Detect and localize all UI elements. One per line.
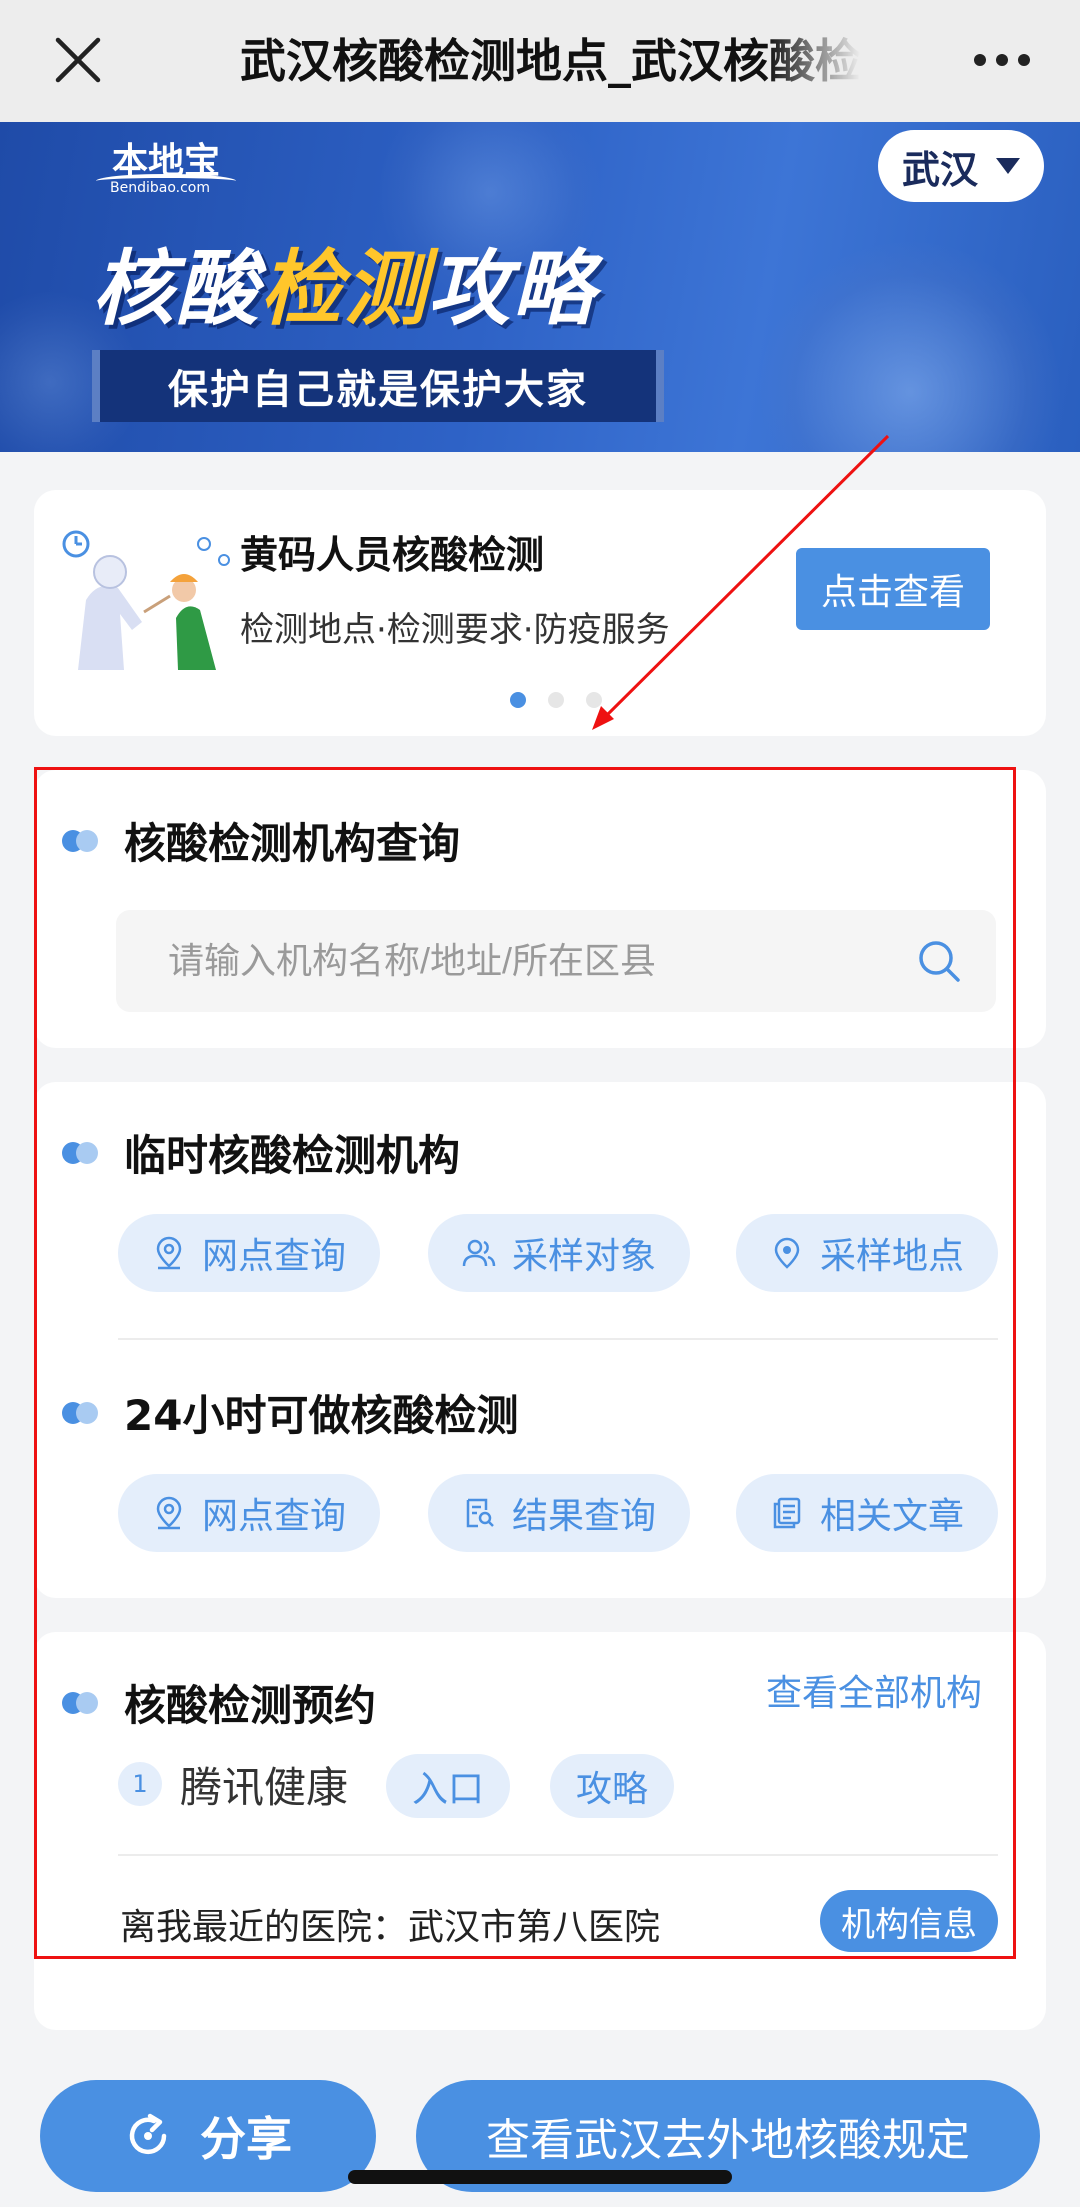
carousel-dot[interactable]	[586, 692, 602, 708]
people-icon	[462, 1239, 496, 1267]
close-icon[interactable]	[52, 34, 104, 86]
booking-card: 核酸检测预约 查看全部机构 1 腾讯健康 入口 攻略 离我最近的医院：武汉市第八…	[34, 1632, 1046, 2030]
top-nav-bar: 武汉核酸检测地点_武汉核酸检测地点	[0, 0, 1080, 122]
query-section-title: 核酸检测机构查询	[124, 819, 461, 868]
chip-site-query-24h[interactable]: 网点查询	[118, 1474, 380, 1552]
banner-title-highlight: 检测	[260, 242, 428, 337]
booking-section-header: 核酸检测预约	[62, 1672, 376, 1733]
guide-tag-button[interactable]: 攻略	[550, 1754, 674, 1818]
view-all-institutions-link[interactable]: 查看全部机构	[766, 1664, 982, 1716]
banner-slogan: 保护自己就是保护大家	[92, 350, 664, 422]
share-label: 分享	[200, 2112, 292, 2166]
carousel-indicator[interactable]	[510, 692, 602, 708]
view-details-button[interactable]: 点击查看	[796, 548, 990, 630]
search-doc-icon	[466, 1498, 494, 1528]
chip-label: 相关文章	[819, 1496, 964, 1537]
page-title: 武汉核酸检测地点_武汉核酸检测地点	[240, 34, 860, 88]
item-number-badge: 1	[118, 1762, 162, 1806]
nearest-hospital: 离我最近的医院：武汉市第八医院	[120, 1898, 660, 1950]
section-bullet-icon	[62, 1401, 100, 1424]
location-icon	[156, 1236, 182, 1270]
banner-headline: 核酸检测攻略	[92, 222, 596, 341]
promo-carousel[interactable]: 黄码人员核酸检测 检测地点·检测要求·防疫服务 点击查看	[34, 490, 1046, 736]
city-selector[interactable]: 武汉	[878, 130, 1044, 202]
chip-result-query[interactable]: 结果查询	[428, 1474, 690, 1552]
search-box[interactable]	[116, 910, 996, 1012]
chip-label: 网点查询	[201, 1496, 346, 1537]
chip-sampling-target[interactable]: 采样对象	[428, 1214, 690, 1292]
testing-sites-card: 临时核酸检测机构 网点查询 采样对象 采样地点 24小时可做核酸检测 网点查询 …	[34, 1082, 1046, 1598]
pin-icon	[774, 1237, 800, 1269]
banner-title-part1: 核酸	[92, 242, 260, 337]
chip-label: 采样地点	[819, 1236, 964, 1277]
chip-related-articles[interactable]: 相关文章	[736, 1474, 998, 1552]
search-icon[interactable]	[916, 938, 962, 984]
carousel-dot[interactable]	[548, 692, 564, 708]
booking-section-title: 核酸检测预约	[124, 1681, 377, 1730]
travel-rules-label: 查看武汉去外地核酸规定	[486, 2115, 970, 2166]
search-input[interactable]	[168, 934, 868, 988]
carousel-dot-active[interactable]	[510, 692, 526, 708]
nearest-label: 离我最近的医院：	[120, 1907, 409, 1948]
slogan-text: 保护自己就是保护大家	[168, 367, 588, 413]
promo-title: 黄码人员核酸检测	[240, 533, 545, 577]
section-bullet-icon	[62, 1141, 100, 1164]
nearest-hospital-name: 武汉市第八医院	[408, 1907, 661, 1948]
query-section-header: 核酸检测机构查询	[62, 810, 460, 871]
testing-illustration-icon	[62, 530, 230, 670]
city-label: 武汉	[901, 147, 978, 192]
chip-label: 结果查询	[511, 1496, 656, 1537]
more-menu-icon[interactable]	[974, 54, 1030, 68]
chip-label: 采样对象	[511, 1236, 656, 1277]
location-icon	[156, 1496, 182, 1530]
dropdown-triangle-icon	[996, 158, 1020, 174]
chip-site-query[interactable]: 网点查询	[118, 1214, 380, 1292]
entry-tag-button[interactable]: 入口	[386, 1754, 510, 1818]
article-icon	[773, 1497, 801, 1529]
section-bullet-icon	[62, 829, 100, 852]
share-refresh-icon	[129, 2113, 167, 2155]
temporary-section-title: 临时核酸检测机构	[124, 1131, 461, 1180]
section-bullet-icon	[62, 1691, 100, 1714]
banner-title-part2: 攻略	[428, 242, 596, 337]
institution-query-card: 核酸检测机构查询	[34, 770, 1046, 1048]
hours24-section-header: 24小时可做核酸检测	[62, 1382, 518, 1443]
logo-subtext: Bendibao.com	[110, 180, 211, 196]
section-divider	[118, 1854, 998, 1856]
temporary-section-header: 临时核酸检测机构	[62, 1122, 460, 1183]
institution-info-button[interactable]: 机构信息	[820, 1890, 998, 1952]
chip-label: 网点查询	[201, 1236, 346, 1277]
chip-sampling-location[interactable]: 采样地点	[736, 1214, 998, 1292]
promo-subtitle: 检测地点·检测要求·防疫服务	[240, 610, 670, 650]
share-button[interactable]: 分享	[40, 2080, 376, 2192]
home-indicator[interactable]	[348, 2170, 732, 2184]
booking-service-name: 腾讯健康	[180, 1763, 349, 1812]
hours24-section-title: 24小时可做核酸检测	[124, 1391, 519, 1440]
virus-decoration	[760, 242, 1060, 452]
section-divider	[118, 1338, 998, 1340]
